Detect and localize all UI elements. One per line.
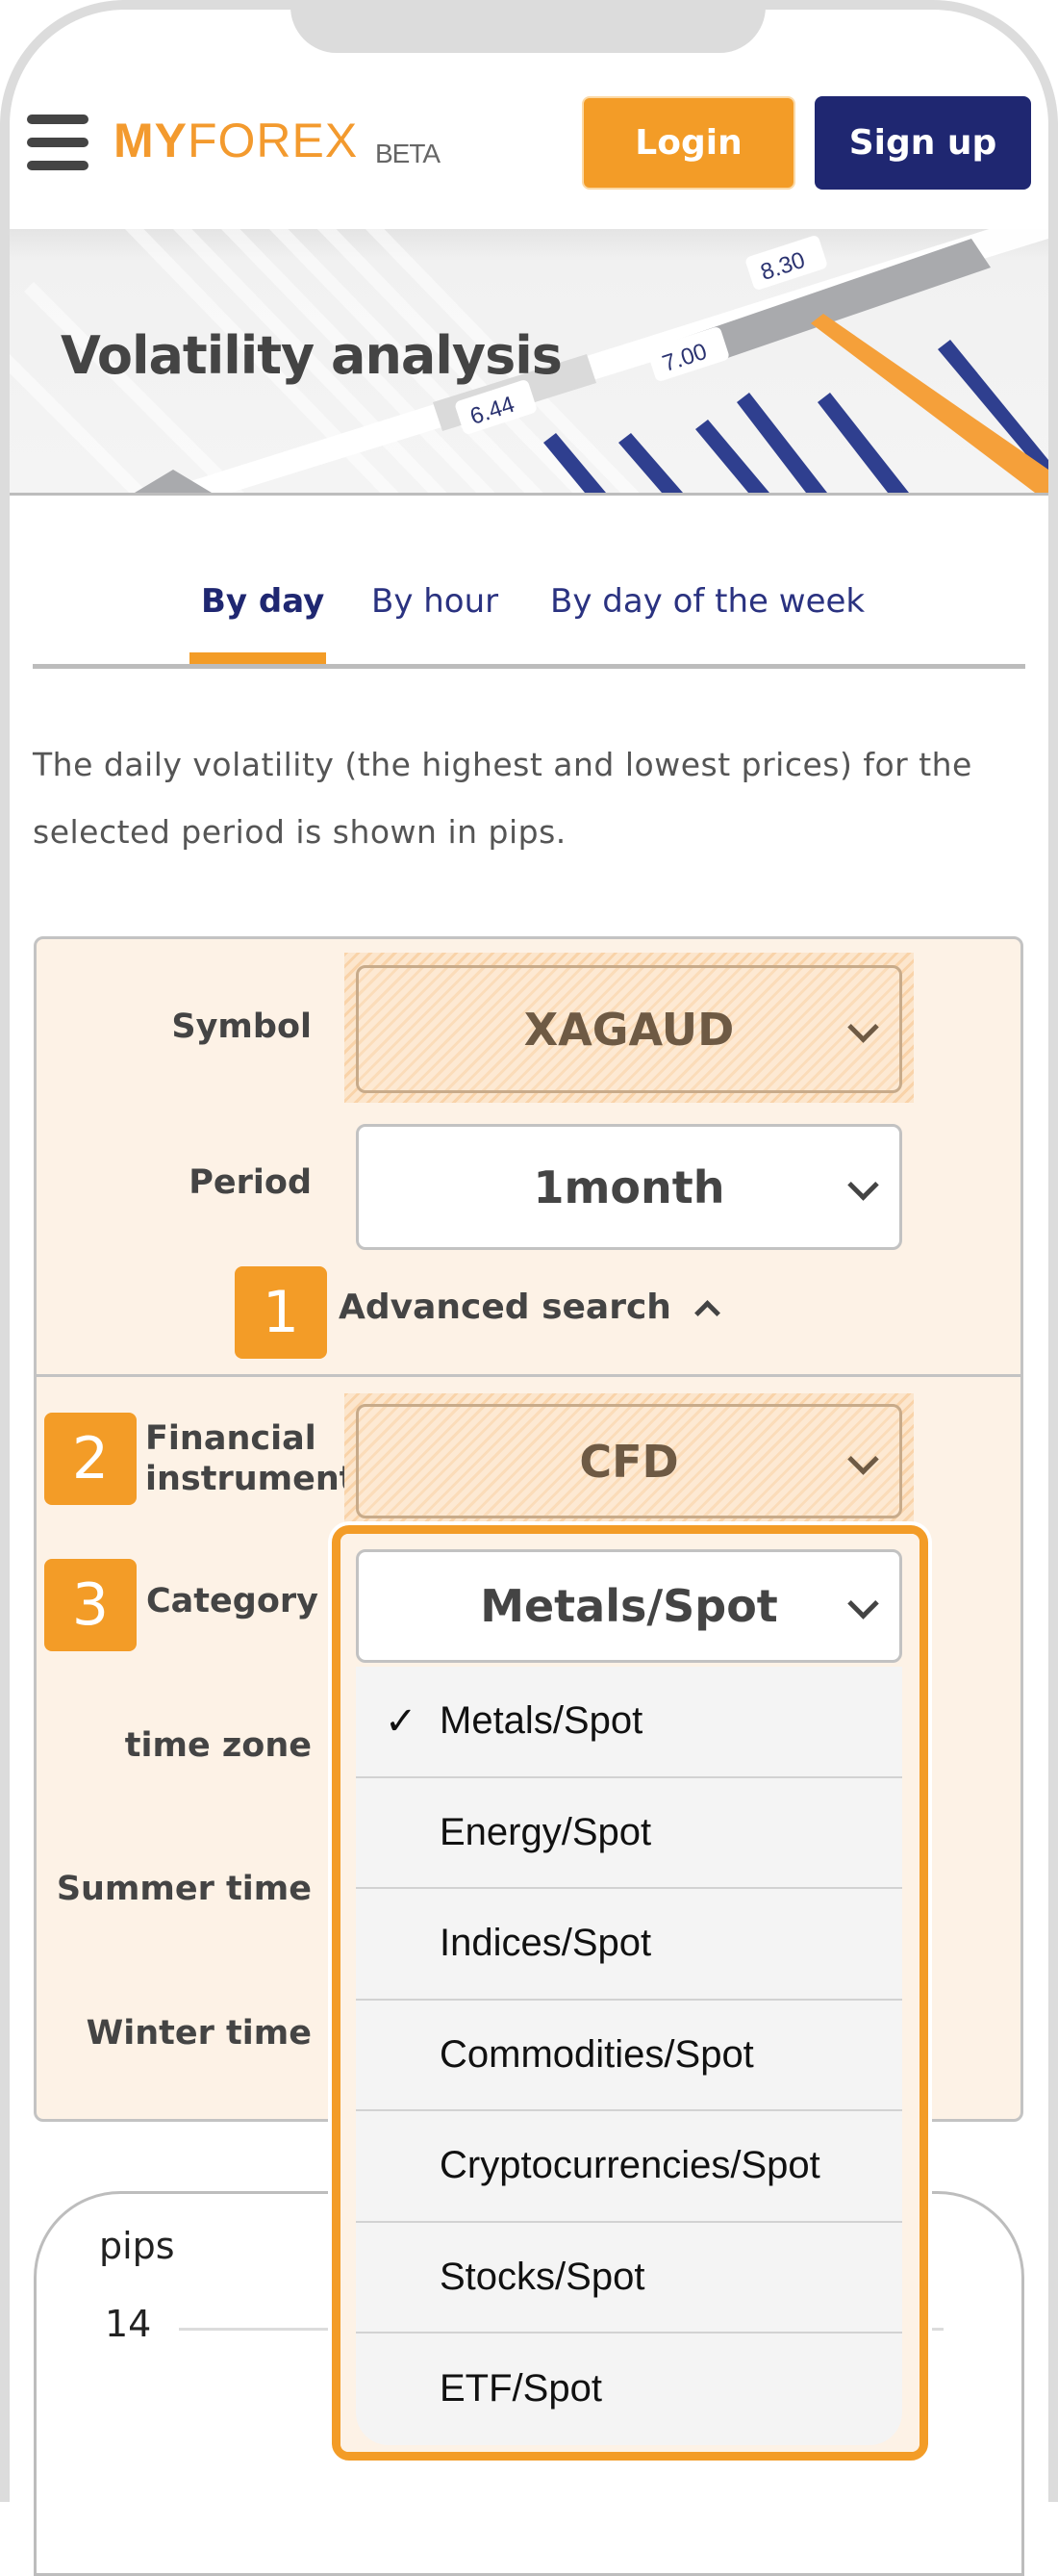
- chevron-down-icon: [847, 1168, 879, 1201]
- category-option-etf-spot[interactable]: ETF/Spot: [356, 2334, 902, 2445]
- advanced-search-toggle[interactable]: Advanced search: [339, 1288, 720, 1327]
- category-option-metals-spot[interactable]: ✓ Metals/Spot: [356, 1667, 902, 1778]
- option-label: ETF/Spot: [440, 2367, 602, 2410]
- tab-by-day[interactable]: By day: [201, 582, 324, 621]
- logo-wordmark: MYFOREX: [113, 114, 359, 167]
- logo-beta-badge: BETA: [375, 139, 441, 168]
- category-option-indices-spot[interactable]: Indices/Spot: [356, 1889, 902, 2001]
- chevron-down-icon: [847, 1442, 879, 1475]
- financial-instrument-value: CFD: [579, 1435, 679, 1488]
- option-label: Cryptocurrencies/Spot: [440, 2144, 820, 2187]
- chevron-up-icon: [694, 1300, 720, 1326]
- financial-instrument-select[interactable]: CFD: [356, 1404, 902, 1518]
- category-option-commodities-spot[interactable]: Commodities/Spot: [356, 2001, 902, 2111]
- banner-highlight-bar: [811, 314, 1048, 493]
- tab-by-hour[interactable]: By hour: [371, 582, 498, 621]
- step-badge-2: 2: [44, 1413, 137, 1505]
- active-tab-indicator: [189, 652, 326, 664]
- option-label: Commodities/Spot: [440, 2032, 754, 2076]
- myforex-logo[interactable]: MYFOREX BETA: [113, 114, 450, 171]
- chart-y-unit-label: pips: [99, 2225, 175, 2267]
- tabs-underline: [33, 664, 1025, 669]
- option-label: Stocks/Spot: [440, 2255, 645, 2298]
- view-tabs: By day By hour By day of the week: [33, 568, 1025, 669]
- category-options-list: ✓ Metals/Spot Energy/Spot Indices/Spot C…: [356, 1667, 902, 2445]
- symbol-label: Symbol: [171, 1007, 312, 1046]
- hero-banner: 6.44 7.00 8.30 Volatility analysis: [10, 229, 1048, 496]
- period-select[interactable]: 1month: [356, 1124, 902, 1250]
- category-option-stocks-spot[interactable]: Stocks/Spot: [356, 2223, 902, 2334]
- period-label: Period: [189, 1163, 312, 1202]
- financial-instrument-label-line1: Financial: [145, 1419, 316, 1458]
- option-label: Indices/Spot: [440, 1922, 652, 1965]
- time-zone-label: time zone: [124, 1726, 312, 1765]
- page-title: Volatility analysis: [61, 325, 563, 386]
- category-value: Metals/Spot: [480, 1580, 778, 1632]
- category-option-cryptocurrencies-spot[interactable]: Cryptocurrencies/Spot: [356, 2111, 902, 2223]
- financial-instrument-label: Financial instrument: [145, 1418, 356, 1499]
- period-value: 1month: [533, 1160, 725, 1213]
- option-label: Metals/Spot: [440, 1699, 643, 1743]
- panel-divider: [34, 1374, 1023, 1377]
- device-notch: [290, 0, 766, 53]
- category-select[interactable]: Metals/Spot: [356, 1549, 902, 1663]
- category-option-energy-spot[interactable]: Energy/Spot: [356, 1778, 902, 1889]
- checkmark-icon: ✓: [385, 1698, 417, 1744]
- tab-by-day-of-week[interactable]: By day of the week: [550, 582, 865, 621]
- chart-y-tick: 14: [105, 2303, 152, 2345]
- signup-button[interactable]: Sign up: [815, 96, 1031, 190]
- step-badge-1: 1: [235, 1266, 327, 1359]
- step-badge-3: 3: [44, 1559, 137, 1651]
- symbol-value: XAGAUD: [523, 1003, 735, 1056]
- category-label: Category: [146, 1582, 318, 1620]
- symbol-select[interactable]: XAGAUD: [356, 965, 902, 1093]
- chevron-down-icon: [847, 1010, 879, 1043]
- description-text: The daily volatility (the highest and lo…: [33, 746, 972, 851]
- financial-instrument-label-line2: instrument: [145, 1460, 356, 1498]
- winter-time-label: Winter time: [86, 2014, 312, 2053]
- summer-time-label: Summer time: [56, 1870, 312, 1908]
- advanced-search-label: Advanced search: [339, 1288, 671, 1327]
- chevron-down-icon: [847, 1588, 879, 1620]
- hamburger-menu-icon[interactable]: [27, 115, 88, 170]
- option-label: Energy/Spot: [440, 1810, 652, 1853]
- login-button[interactable]: Login: [582, 96, 795, 190]
